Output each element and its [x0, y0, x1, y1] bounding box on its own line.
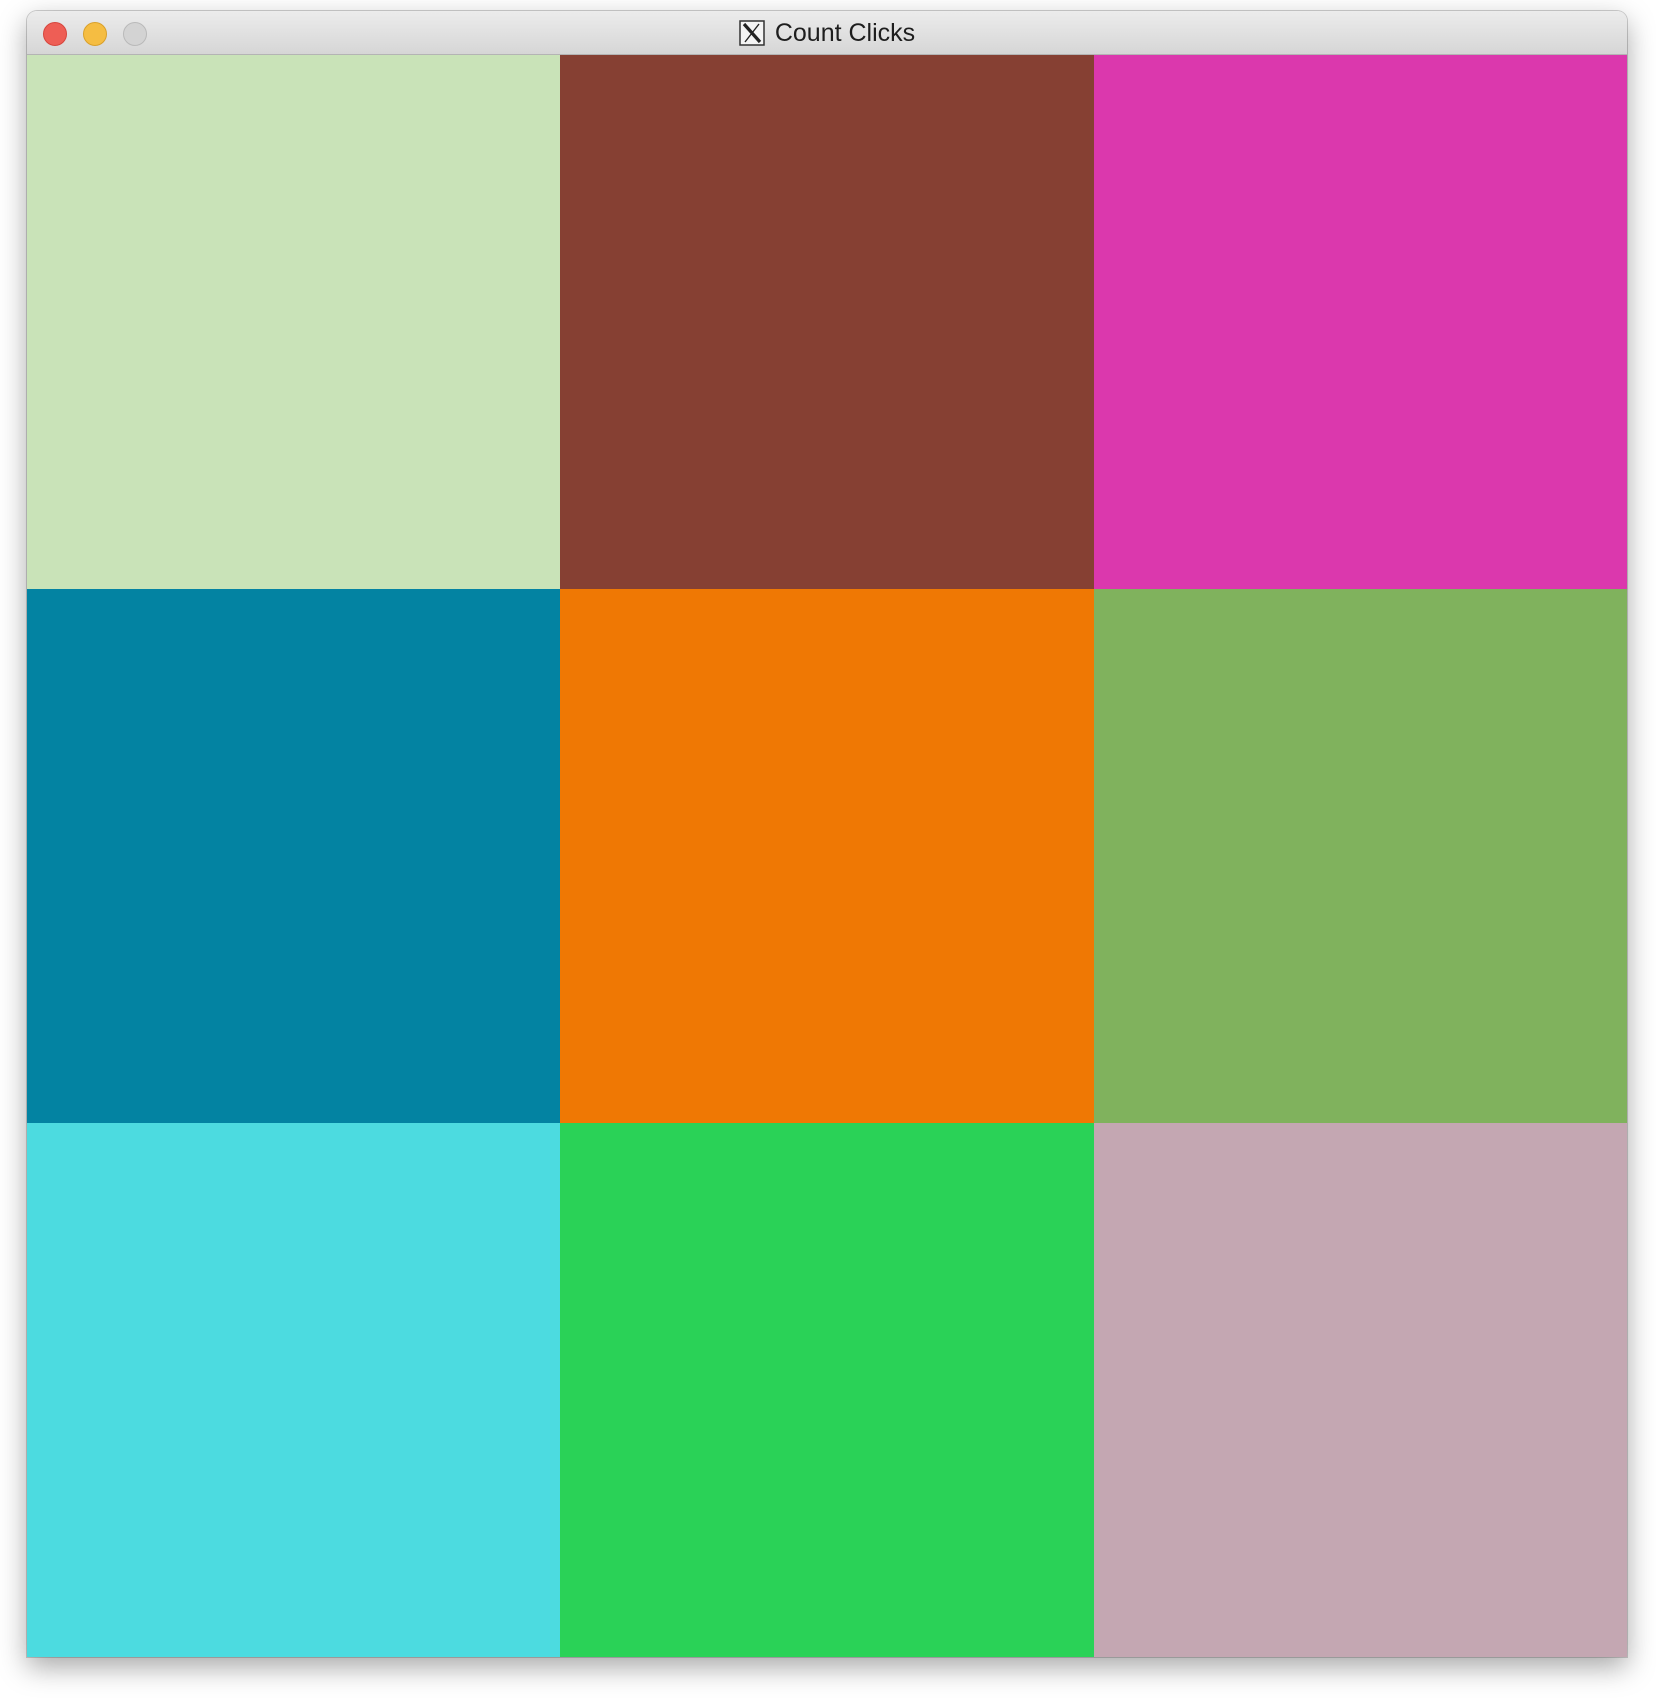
app-window: Count Clicks: [27, 11, 1627, 1657]
title-bar[interactable]: Count Clicks: [27, 11, 1627, 55]
grid-cell-7[interactable]: [27, 1123, 561, 1657]
grid-cell-1[interactable]: [27, 55, 561, 589]
color-grid: [27, 55, 1627, 1657]
grid-cell-9[interactable]: [1093, 1123, 1627, 1657]
grid-cell-2[interactable]: [560, 55, 1094, 589]
window-title: Count Clicks: [774, 18, 916, 47]
x11-icon: [739, 20, 765, 46]
grid-cell-6[interactable]: [1093, 589, 1627, 1123]
grid-cell-8[interactable]: [560, 1123, 1094, 1657]
title-container: Count Clicks: [27, 11, 1627, 55]
grid-cell-3[interactable]: [1093, 55, 1627, 589]
grid-cell-4[interactable]: [27, 589, 561, 1123]
grid-cell-5[interactable]: [560, 589, 1094, 1123]
